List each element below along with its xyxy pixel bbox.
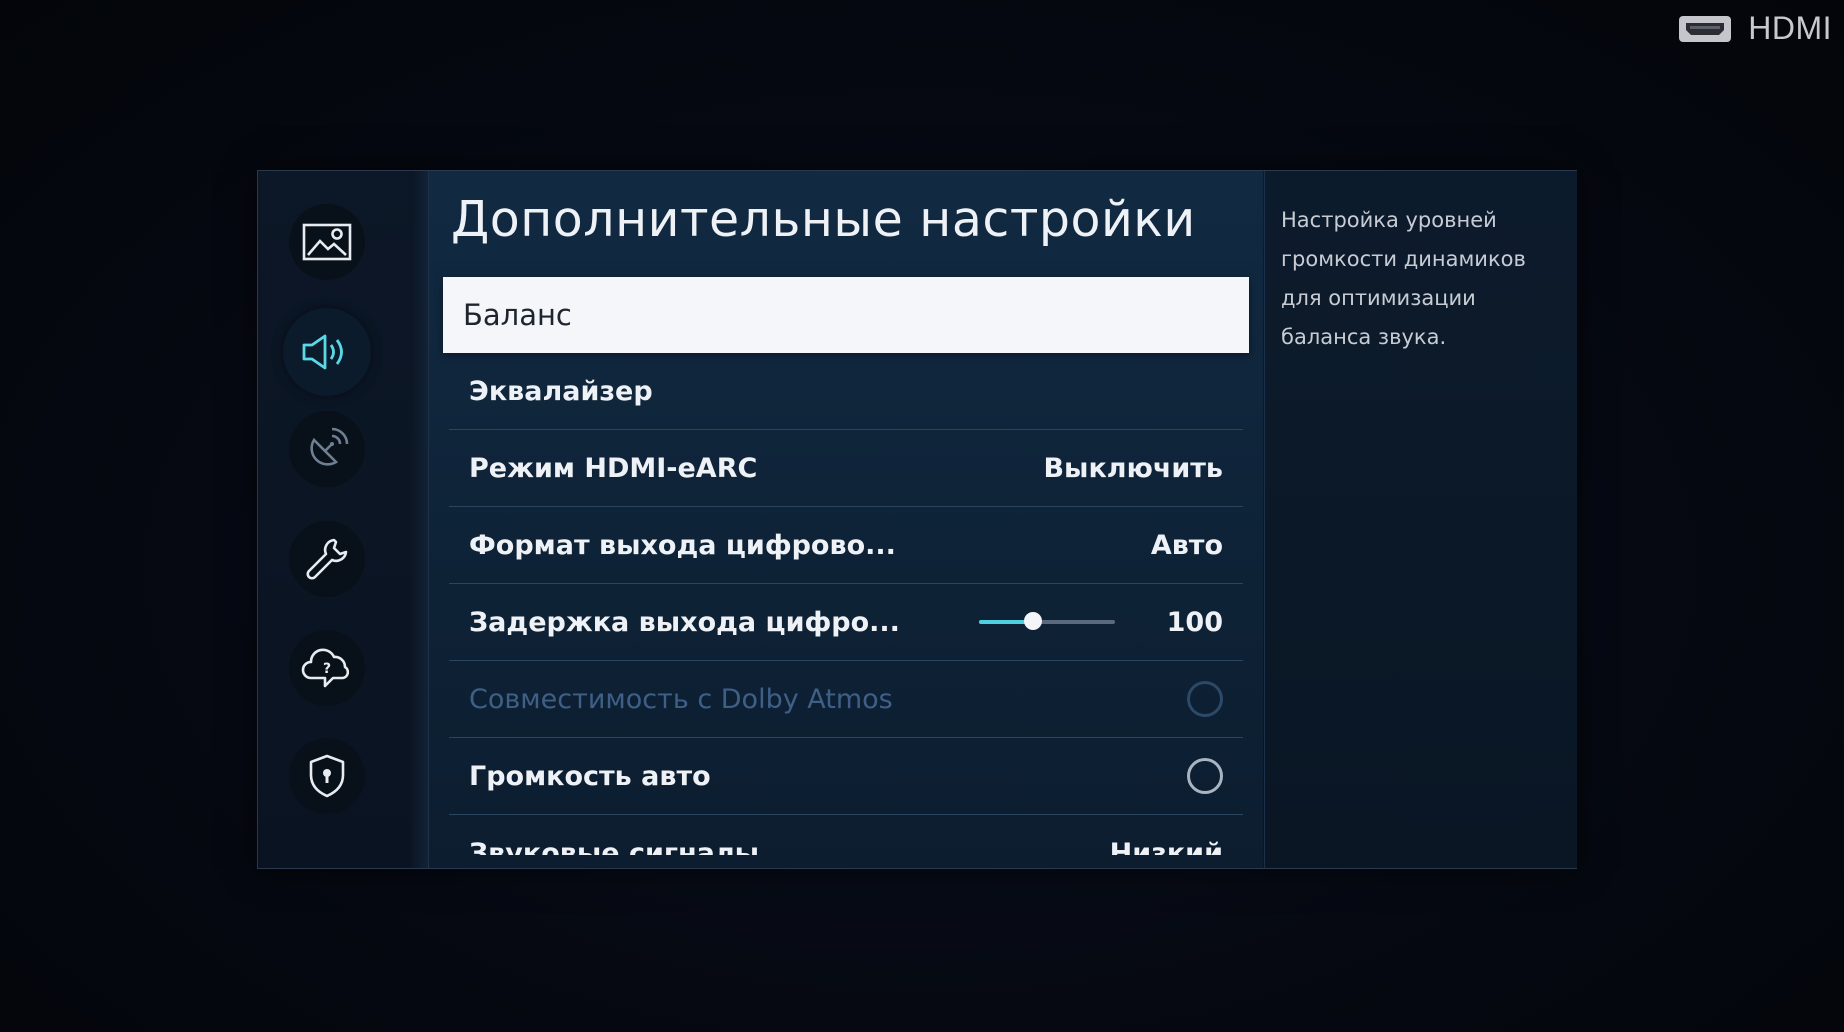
shield-icon [309,754,345,798]
menu-item-sound-signals[interactable]: Звуковые сигналы Низкий [449,815,1243,855]
auto-volume-toggle[interactable] [1187,758,1223,794]
menu-item-value: Низкий [1109,838,1223,855]
settings-panel: ? Дополнительные настройки Баланс Эквала… [257,170,1577,869]
tv-screen: HDMI ? Дополнительные настройки Баланс Э… [0,0,1844,1032]
menu-item-label: Звуковые сигналы [469,838,760,855]
source-indicator: HDMI [1678,10,1832,47]
menu-item-digital-output-delay[interactable]: Задержка выхода цифро... 100 [449,584,1243,661]
menu-item-value: Авто [1150,529,1223,561]
delay-slider-handle[interactable] [1024,612,1043,630]
menu-item-hdmi-earc[interactable]: Режим HDMI-eARC Выключить [449,430,1243,507]
sidebar-item-picture[interactable] [289,204,365,280]
category-sidebar: ? [258,171,410,868]
picture-icon [302,223,352,261]
menu-item-label: Формат выхода цифрово... [469,529,896,561]
menu-item-label: Громкость авто [469,760,711,792]
sidebar-divider [410,171,429,868]
menu-item-label: Задержка выхода цифро... [469,606,900,638]
sidebar-item-support[interactable]: ? [289,630,365,706]
cloud-question-icon: ? [301,648,350,688]
menu-item-value: 100 [1166,606,1223,638]
sidebar-item-general[interactable] [289,521,365,597]
delay-slider-group: 100 [978,606,1223,638]
source-label: HDMI [1748,10,1832,46]
menu-item-dolby-atmos-compat: Совместимость с Dolby Atmos [449,661,1243,738]
menu-item-label: Совместимость с Dolby Atmos [469,683,893,715]
description-panel: Настройка уровней громкости динамиков дл… [1264,171,1577,868]
menu-item-digital-output-format[interactable]: Формат выхода цифрово... Авто [449,507,1243,584]
speaker-icon [302,334,343,370]
menu-item-equalizer[interactable]: Эквалайзер [449,353,1243,430]
menu-item-label: Эквалайзер [469,375,653,407]
hdmi-port-icon [1679,15,1732,42]
svg-text:?: ? [323,661,331,677]
menu-item-label: Режим HDMI-eARC [469,452,758,484]
sidebar-item-broadcasting[interactable] [289,411,365,487]
satellite-dish-icon [310,427,349,466]
wrench-icon [306,538,348,580]
delay-slider[interactable] [978,612,1115,630]
menu-item-balance[interactable]: Баланс [443,277,1249,353]
menu-list: Баланс Эквалайзер Режим HDMI-eARC Выключ… [429,277,1263,855]
help-description: Настройка уровней громкости динамиков дл… [1281,208,1526,349]
menu-item-auto-volume[interactable]: Громкость авто [449,738,1243,815]
sidebar-item-privacy[interactable] [289,738,365,814]
dolby-atmos-toggle [1187,681,1223,717]
menu-item-value: Выключить [1043,452,1223,484]
settings-menu: Дополнительные настройки Баланс Эквалайз… [429,171,1263,868]
page-title: Дополнительные настройки [451,191,1196,248]
sidebar-item-sound[interactable] [283,308,371,396]
menu-item-label: Баланс [463,298,572,332]
